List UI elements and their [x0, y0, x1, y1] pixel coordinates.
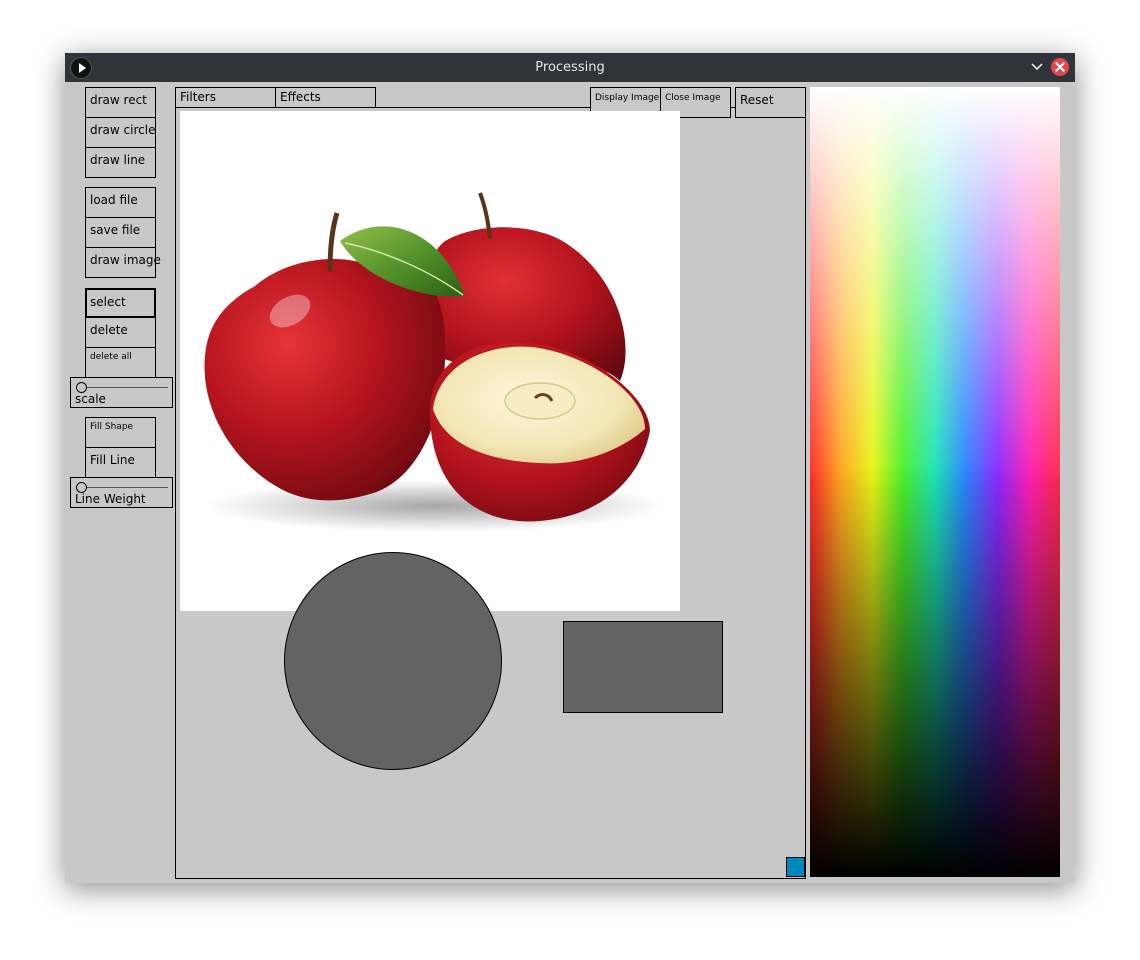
line-weight-label: Line Weight — [75, 492, 146, 506]
scale-slider[interactable]: scale — [70, 377, 173, 408]
fill-shape-button[interactable]: Fill Shape — [85, 417, 156, 448]
save-file-button[interactable]: save file — [85, 217, 156, 248]
draw-image-button[interactable]: draw image — [85, 247, 161, 278]
palette-dark-overlay — [810, 87, 1060, 877]
close-icon[interactable] — [1051, 58, 1069, 76]
delete-all-button[interactable]: delete all — [85, 347, 156, 378]
tab-filters[interactable]: Filters — [175, 87, 276, 108]
select-button[interactable]: select — [85, 288, 156, 318]
window-title: Processing — [535, 60, 605, 75]
line-weight-slider[interactable]: Line Weight — [70, 477, 173, 508]
apples-illustration — [204, 192, 665, 532]
rectangle-shape[interactable] — [563, 621, 723, 713]
circle-shape[interactable] — [284, 552, 502, 770]
slider-track — [81, 387, 168, 388]
current-color-swatch[interactable] — [786, 857, 805, 877]
draw-rect-button[interactable]: draw rect — [85, 87, 156, 118]
reset-button[interactable]: Reset — [735, 87, 806, 118]
fill-line-button[interactable]: Fill Line — [85, 447, 156, 478]
scale-label: scale — [75, 392, 106, 406]
chevron-down-icon[interactable] — [1029, 59, 1045, 75]
apple-image[interactable] — [180, 111, 680, 611]
load-file-button[interactable]: load file — [85, 187, 156, 218]
tab-effects[interactable]: Effects — [275, 87, 376, 108]
slider-track — [81, 487, 168, 488]
draw-line-button[interactable]: draw line — [85, 147, 156, 178]
color-palette[interactable] — [810, 87, 1060, 877]
delete-button[interactable]: delete — [85, 317, 156, 348]
draw-circle-button[interactable]: draw circle — [85, 117, 156, 148]
app-window: Processing draw rect draw circle draw li… — [65, 53, 1075, 883]
title-bar[interactable]: Processing — [65, 53, 1075, 82]
sketch-canvas: draw rect draw circle draw line load fil… — [65, 82, 1075, 883]
